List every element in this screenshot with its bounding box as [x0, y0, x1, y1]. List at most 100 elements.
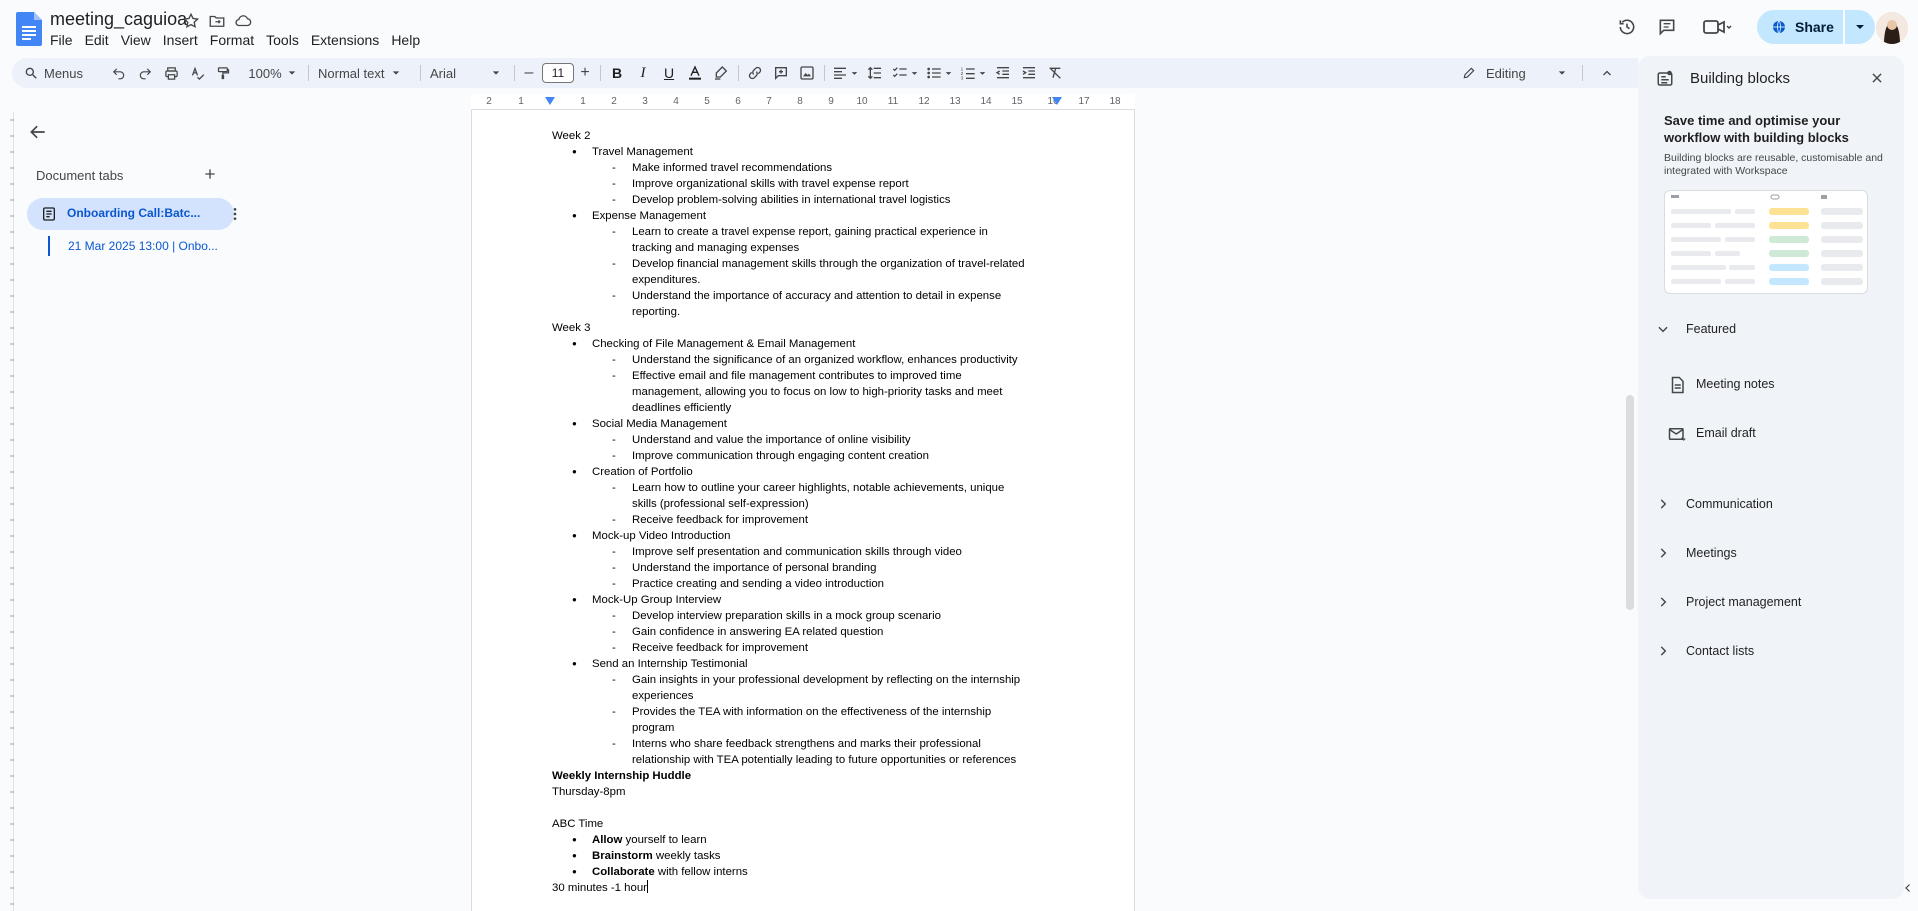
list-item: Practice creating and sending a video in… [552, 576, 1052, 592]
list-item-continuation: skills (professional self-expression) [632, 498, 809, 510]
list-item: Interns who share feedback strengthens a… [552, 736, 1052, 752]
divider [420, 65, 421, 81]
search-menus[interactable]: Menus [24, 58, 100, 88]
list-item: Receive feedback for improvement [552, 512, 1052, 528]
insert-link-icon[interactable] [744, 58, 766, 88]
undo-icon[interactable] [108, 58, 130, 88]
print-icon[interactable] [160, 58, 182, 88]
chevron-down-icon [979, 71, 986, 75]
chevron-down-icon [1856, 25, 1864, 29]
menu-format[interactable]: Format [210, 32, 262, 48]
section-meetings[interactable]: Meetings [1686, 546, 1737, 560]
menu-view[interactable]: View [121, 32, 159, 48]
list-item-continuation: expenditures. [632, 274, 701, 286]
zoom-select[interactable]: 100% [244, 58, 300, 88]
featured-item-meeting-notes[interactable]: Meeting notes [1696, 377, 1775, 391]
document-body[interactable]: Week 2 Travel Management Make informed t… [552, 128, 1052, 896]
list-item: Effective email and file management cont… [552, 368, 1052, 384]
align-select[interactable] [830, 58, 860, 88]
checklist-select[interactable] [890, 58, 920, 88]
ruler-label: 13 [949, 96, 961, 107]
list-item: Collaborate with fellow interns [552, 864, 1052, 880]
menu-extensions[interactable]: Extensions [311, 32, 387, 48]
font-size-input[interactable]: 11 [542, 63, 574, 83]
document-page[interactable]: Week 2 Travel Management Make informed t… [471, 110, 1135, 911]
chevron-down-icon [945, 71, 952, 75]
cloud-saved-icon[interactable] [234, 12, 254, 32]
building-blocks-preview-image [1664, 190, 1868, 294]
featured-item-email-draft[interactable]: Email draft [1696, 426, 1756, 440]
comments-icon[interactable] [1654, 14, 1680, 40]
section-contact-lists[interactable]: Contact lists [1686, 644, 1754, 658]
outline-heading-link[interactable]: 21 Mar 2025 13:00 | Onbo... [48, 236, 222, 256]
chevron-right-icon[interactable] [1656, 546, 1672, 562]
docs-logo-icon[interactable] [16, 12, 42, 46]
menu-tools[interactable]: Tools [266, 32, 307, 48]
section-featured[interactable]: Featured [1686, 322, 1736, 336]
share-button[interactable]: Share [1757, 10, 1843, 44]
version-history-icon[interactable] [1614, 14, 1640, 40]
underline-icon[interactable]: U [658, 58, 680, 88]
share-dropdown-button[interactable] [1845, 10, 1875, 44]
list-item-continuation: experiences [632, 690, 694, 702]
chevron-right-icon[interactable] [1656, 595, 1672, 611]
decrease-font-size-icon[interactable]: – [520, 58, 538, 88]
list-item: Checking of File Management & Email Mana… [552, 336, 1052, 352]
collapse-side-panel-icon[interactable] [1902, 882, 1916, 896]
list-item-continuation: relationship with TEA potentially leadin… [632, 754, 1017, 766]
document-icon [41, 206, 57, 222]
redo-icon[interactable] [134, 58, 156, 88]
section-communication[interactable]: Communication [1686, 497, 1773, 511]
line-spacing-icon[interactable] [864, 58, 886, 88]
editing-mode-select[interactable]: Editing [1462, 58, 1574, 88]
tab-onboarding-call[interactable]: Onboarding Call:Batc... [27, 198, 237, 230]
add-tab-icon[interactable] [202, 166, 220, 184]
hide-menus-icon[interactable] [1596, 58, 1618, 88]
menu-file[interactable]: File [50, 32, 81, 48]
increase-indent-icon[interactable] [1018, 58, 1040, 88]
spellcheck-icon[interactable] [186, 58, 208, 88]
tab-label: Onboarding Call:Batc... [67, 206, 201, 220]
move-folder-icon[interactable] [208, 12, 228, 32]
menu-help[interactable]: Help [391, 32, 428, 48]
indent-marker-icon[interactable] [544, 96, 556, 108]
chevron-right-icon[interactable] [1656, 644, 1672, 660]
meet-video-icon[interactable] [1700, 14, 1734, 40]
add-comment-icon[interactable] [770, 58, 792, 88]
font-select[interactable]: Arial [430, 58, 512, 88]
ruler-label: 10 [856, 96, 868, 107]
chevron-right-icon[interactable] [1656, 497, 1672, 513]
search-menus-label: Menus [44, 65, 84, 81]
back-arrow-icon[interactable] [28, 122, 52, 146]
menu-edit[interactable]: Edit [85, 32, 117, 48]
right-indent-marker-icon[interactable] [1051, 96, 1063, 108]
list-item: Gain insights in your professional devel… [552, 672, 1052, 688]
numbered-list-select[interactable]: 123 [958, 58, 988, 88]
ruler-label: 4 [673, 96, 679, 107]
document-title[interactable]: meeting_caguioa [50, 9, 187, 30]
chevron-down-icon [492, 71, 500, 75]
bold-icon[interactable]: B [606, 58, 628, 88]
paragraph-style-select[interactable]: Normal text [318, 58, 414, 88]
abc-word: Allow [592, 834, 623, 846]
list-item: Receive feedback for improvement [552, 640, 1052, 656]
highlight-icon[interactable] [710, 58, 732, 88]
chevron-down-icon[interactable] [1656, 322, 1672, 338]
chevron-down-icon [911, 71, 918, 75]
decrease-indent-icon[interactable] [992, 58, 1014, 88]
bulleted-list-select[interactable] [924, 58, 954, 88]
scrollbar[interactable] [1626, 395, 1634, 610]
clear-formatting-icon[interactable] [1044, 58, 1066, 88]
text-color-icon[interactable] [684, 58, 706, 88]
close-icon[interactable] [1870, 71, 1888, 89]
italic-icon[interactable]: I [632, 58, 654, 88]
more-vert-icon[interactable] [227, 206, 243, 222]
insert-image-icon[interactable] [796, 58, 818, 88]
section-project-management[interactable]: Project management [1686, 595, 1801, 609]
menu-insert[interactable]: Insert [163, 32, 206, 48]
star-icon[interactable] [182, 12, 202, 32]
chevron-down-icon [851, 71, 858, 75]
paint-format-icon[interactable] [212, 58, 234, 88]
increase-font-size-icon[interactable]: + [576, 58, 594, 88]
avatar[interactable] [1876, 12, 1908, 44]
